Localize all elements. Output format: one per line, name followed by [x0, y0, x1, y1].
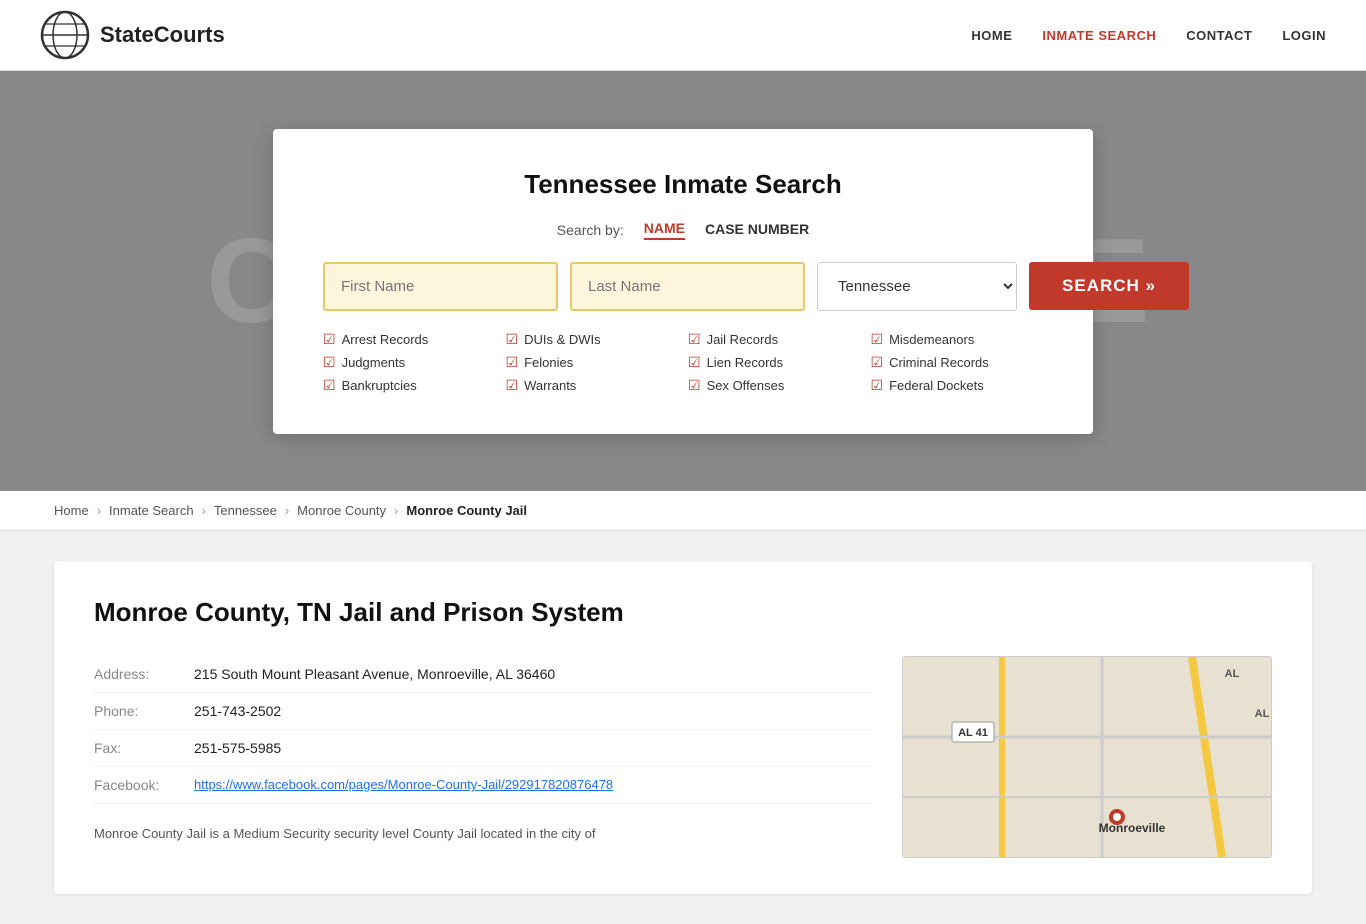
search-by-label: Search by: [557, 222, 624, 238]
main-content: Monroe County, TN Jail and Prison System… [0, 531, 1366, 924]
info-row-address: Address: 215 South Mount Pleasant Avenue… [94, 656, 872, 693]
breadcrumb-home[interactable]: Home [54, 503, 89, 518]
map-container: + − AL 41 [903, 657, 1271, 857]
check-label: Warrants [524, 378, 576, 393]
check-misdemeanors: ☑ Misdemeanors [871, 331, 1044, 348]
search-inputs-row: Tennessee Alabama Alaska Arizona Arkansa… [323, 262, 1043, 311]
facebook-label: Facebook: [94, 777, 174, 793]
logo-icon [40, 10, 90, 60]
info-row-fax: Fax: 251-575-5985 [94, 730, 872, 767]
svg-text:AL: AL [1255, 708, 1270, 720]
svg-text:Monroeville: Monroeville [1099, 821, 1166, 835]
info-row-facebook: Facebook: https://www.facebook.com/pages… [94, 767, 872, 804]
nav-login[interactable]: LOGIN [1282, 28, 1326, 43]
check-label: Bankruptcies [342, 378, 417, 393]
nav-home[interactable]: HOME [971, 28, 1012, 43]
content-title: Monroe County, TN Jail and Prison System [94, 597, 1272, 628]
check-federal-dockets: ☑ Federal Dockets [871, 377, 1044, 394]
address-label: Address: [94, 666, 174, 682]
check-judgments: ☑ Judgments [323, 354, 496, 371]
first-name-input[interactable] [323, 262, 558, 311]
check-duis: ☑ DUIs & DWIs [506, 331, 679, 348]
fax-label: Fax: [94, 740, 174, 756]
breadcrumb-tennessee[interactable]: Tennessee [214, 503, 277, 518]
check-label: Sex Offenses [707, 378, 785, 393]
tab-name[interactable]: NAME [644, 220, 685, 240]
check-jail-records: ☑ Jail Records [688, 331, 861, 348]
nav-contact[interactable]: CONTACT [1186, 28, 1252, 43]
check-icon: ☑ [506, 331, 519, 348]
check-icon: ☑ [506, 354, 519, 371]
check-criminal-records: ☑ Criminal Records [871, 354, 1044, 371]
breadcrumb-sep-4: › [394, 503, 398, 518]
breadcrumb-sep-3: › [285, 503, 289, 518]
check-icon: ☑ [688, 377, 701, 394]
breadcrumb-monroe-county[interactable]: Monroe County [297, 503, 386, 518]
search-by-row: Search by: NAME CASE NUMBER [323, 220, 1043, 240]
check-icon: ☑ [871, 331, 884, 348]
check-label: Felonies [524, 355, 573, 370]
logo-area: StateCourts [40, 10, 225, 60]
check-icon: ☑ [871, 354, 884, 371]
last-name-input[interactable] [570, 262, 805, 311]
state-select[interactable]: Tennessee Alabama Alaska Arizona Arkansa… [817, 262, 1017, 311]
breadcrumb: Home › Inmate Search › Tennessee › Monro… [0, 491, 1366, 531]
map-svg: AL 41 AL AL Monroeville [903, 657, 1271, 857]
check-label: Criminal Records [889, 355, 989, 370]
check-label: Lien Records [707, 355, 784, 370]
phone-label: Phone: [94, 703, 174, 719]
check-warrants: ☑ Warrants [506, 377, 679, 394]
check-label: Arrest Records [342, 332, 429, 347]
main-nav: HOME INMATE SEARCH CONTACT LOGIN [971, 28, 1326, 43]
header: StateCourts HOME INMATE SEARCH CONTACT L… [0, 0, 1366, 71]
breadcrumb-sep-2: › [202, 503, 206, 518]
check-label: Misdemeanors [889, 332, 974, 347]
description-text: Monroe County Jail is a Medium Security … [94, 824, 872, 845]
check-arrest-records: ☑ Arrest Records [323, 331, 496, 348]
breadcrumb-sep-1: › [97, 503, 101, 518]
info-row-phone: Phone: 251-743-2502 [94, 693, 872, 730]
check-icon: ☑ [506, 377, 519, 394]
check-label: Jail Records [707, 332, 779, 347]
search-card: Tennessee Inmate Search Search by: NAME … [273, 129, 1093, 434]
check-icon: ☑ [871, 377, 884, 394]
check-label: DUIs & DWIs [524, 332, 601, 347]
check-label: Judgments [342, 355, 406, 370]
svg-text:AL 41: AL 41 [958, 727, 988, 739]
check-icon: ☑ [688, 354, 701, 371]
check-icon: ☑ [323, 354, 336, 371]
check-sex-offenses: ☑ Sex Offenses [688, 377, 861, 394]
check-felonies: ☑ Felonies [506, 354, 679, 371]
svg-text:AL: AL [1225, 668, 1240, 680]
content-card: Monroe County, TN Jail and Prison System… [54, 561, 1312, 894]
nav-inmate-search[interactable]: INMATE SEARCH [1042, 28, 1156, 43]
search-title: Tennessee Inmate Search [323, 169, 1043, 200]
check-icon: ☑ [323, 377, 336, 394]
checkboxes-grid: ☑ Arrest Records ☑ DUIs & DWIs ☑ Jail Re… [323, 331, 1043, 394]
fax-value: 251-575-5985 [194, 740, 281, 756]
map-container-outer: + − AL 41 [902, 656, 1272, 858]
phone-value: 251-743-2502 [194, 703, 281, 719]
check-bankruptcies: ☑ Bankruptcies [323, 377, 496, 394]
hero-section: COURTHOUSE Tennessee Inmate Search Searc… [0, 71, 1366, 491]
left-col: Address: 215 South Mount Pleasant Avenue… [94, 656, 872, 845]
address-value: 215 South Mount Pleasant Avenue, Monroev… [194, 666, 555, 682]
tab-case-number[interactable]: CASE NUMBER [705, 221, 809, 239]
two-col-layout: Address: 215 South Mount Pleasant Avenue… [94, 656, 1272, 858]
check-icon: ☑ [688, 331, 701, 348]
breadcrumb-inmate-search[interactable]: Inmate Search [109, 503, 194, 518]
search-button[interactable]: SEARCH » [1029, 262, 1189, 310]
facebook-link[interactable]: https://www.facebook.com/pages/Monroe-Co… [194, 777, 613, 792]
check-label: Federal Dockets [889, 378, 984, 393]
check-lien-records: ☑ Lien Records [688, 354, 861, 371]
breadcrumb-current: Monroe County Jail [406, 503, 527, 518]
check-icon: ☑ [323, 331, 336, 348]
logo-text: StateCourts [100, 22, 225, 48]
